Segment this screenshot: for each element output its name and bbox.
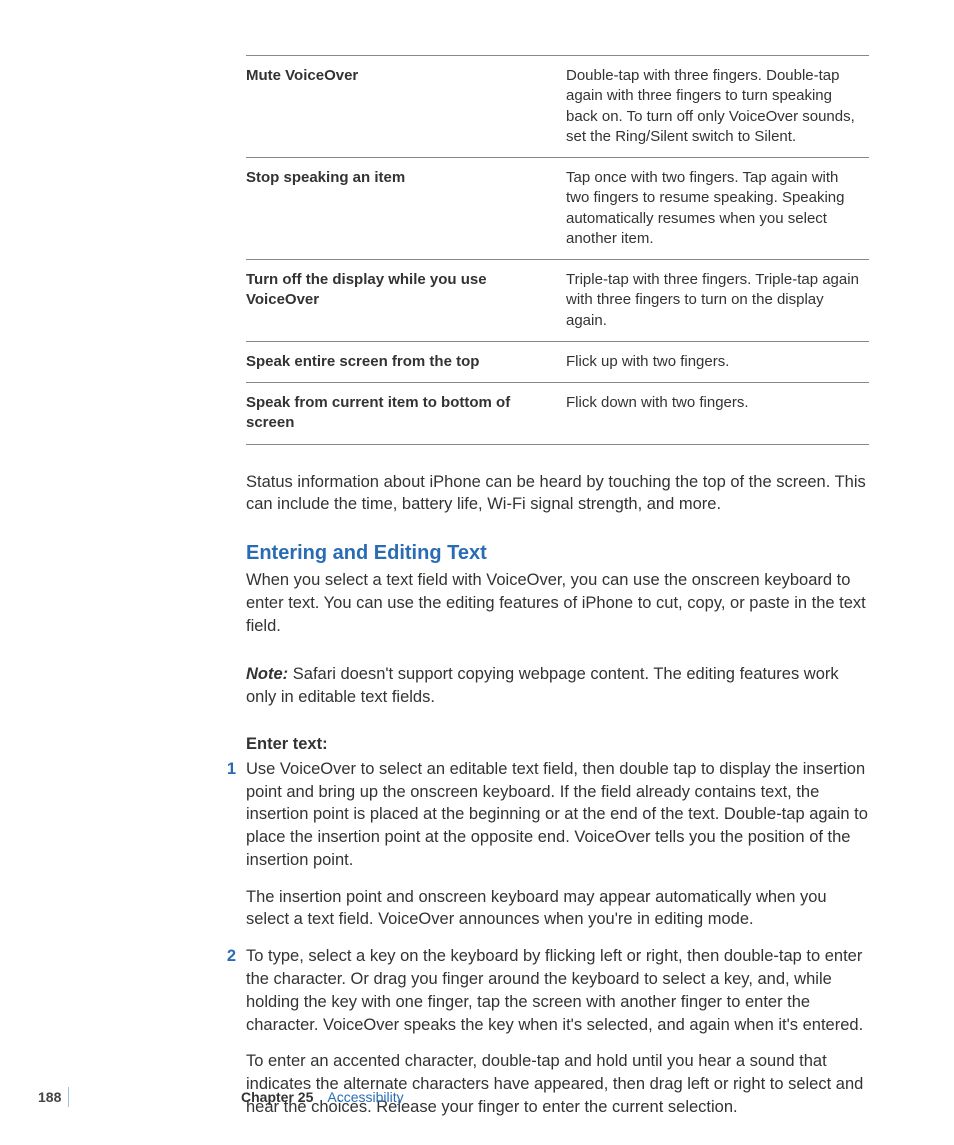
step-item: 1 Use VoiceOver to select an editable te… (246, 758, 869, 872)
numbered-steps: 1 Use VoiceOver to select an editable te… (246, 758, 869, 1119)
note-body: Safari doesn't support copying webpage c… (246, 665, 839, 706)
footer-divider (68, 1087, 69, 1107)
gesture-name: Stop speaking an item (246, 158, 566, 260)
table-row: Stop speaking an item Tap once with two … (246, 158, 869, 260)
table-row: Speak entire screen from the top Flick u… (246, 341, 869, 382)
status-info-paragraph: Status information about iPhone can be h… (246, 471, 869, 517)
gesture-name: Speak from current item to bottom of scr… (246, 383, 566, 445)
gesture-description: Tap once with two fingers. Tap again wit… (566, 158, 869, 260)
enter-text-subhead: Enter text: (246, 735, 869, 754)
note-paragraph: Note: Safari doesn't support copying web… (246, 663, 869, 709)
page-footer: 188 Chapter 25 Accessibility (0, 1087, 404, 1107)
step-number: 2 (220, 945, 246, 1036)
step-continuation: The insertion point and onscreen keyboar… (246, 886, 869, 932)
table-row: Mute VoiceOver Double-tap with three fin… (246, 56, 869, 158)
step-continuation: To enter an accented character, double-t… (246, 1050, 869, 1118)
step-item: 2 To type, select a key on the keyboard … (246, 945, 869, 1036)
document-page: Mute VoiceOver Double-tap with three fin… (0, 0, 954, 1145)
step-number: 1 (220, 758, 246, 872)
gesture-name: Turn off the display while you use Voice… (246, 260, 566, 342)
section-heading-entering-editing: Entering and Editing Text (246, 542, 869, 565)
step-text: To type, select a key on the keyboard by… (246, 945, 869, 1036)
gesture-description: Double-tap with three fingers. Double-ta… (566, 56, 869, 158)
page-number: 188 (0, 1089, 64, 1105)
gesture-name: Speak entire screen from the top (246, 341, 566, 382)
gesture-name: Mute VoiceOver (246, 56, 566, 158)
gesture-description: Flick down with two fingers. (566, 383, 869, 445)
chapter-label: Chapter 25 (241, 1089, 313, 1105)
chapter-title: Accessibility (327, 1089, 403, 1105)
step-text: Use VoiceOver to select an editable text… (246, 758, 869, 872)
note-label: Note: (246, 665, 288, 683)
editing-intro-paragraph: When you select a text field with VoiceO… (246, 569, 869, 637)
voiceover-gestures-table: Mute VoiceOver Double-tap with three fin… (246, 55, 869, 445)
table-row: Turn off the display while you use Voice… (246, 260, 869, 342)
gesture-description: Flick up with two fingers. (566, 341, 869, 382)
gesture-description: Triple-tap with three fingers. Triple-ta… (566, 260, 869, 342)
table-row: Speak from current item to bottom of scr… (246, 383, 869, 445)
